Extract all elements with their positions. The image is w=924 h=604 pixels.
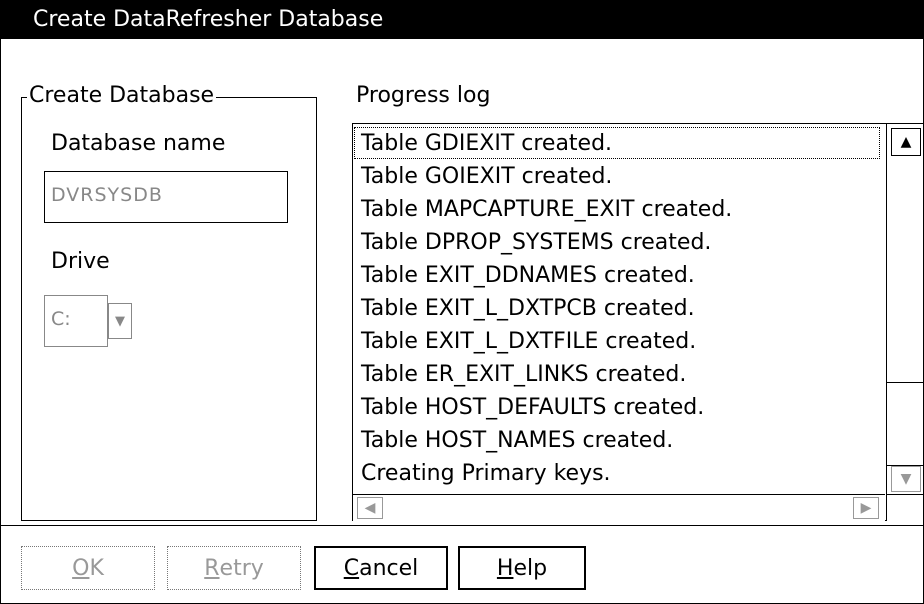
drive-label: Drive <box>51 249 110 274</box>
ok-button[interactable]: OK <box>21 546 155 590</box>
progress-log-listbox[interactable]: Table GDIEXIT created. Table GOIEXIT cre… <box>352 123 923 521</box>
database-name-label: Database name <box>51 131 226 156</box>
drive-dropdown-button[interactable]: ▼ <box>108 303 132 339</box>
retry-button[interactable]: Retry <box>167 546 301 590</box>
cancel-button[interactable]: Cancel <box>314 546 448 590</box>
ok-label-rest: K <box>89 555 104 581</box>
create-database-dialog: Create DataRefresher Database Create Dat… <box>0 0 924 604</box>
retry-mnemonic: R <box>204 555 220 581</box>
chevron-down-icon: ▼ <box>900 471 912 487</box>
list-item[interactable]: Table GDIEXIT created. <box>361 127 612 160</box>
list-item[interactable]: Table EXIT_L_DXTFILE created. <box>361 325 696 358</box>
title-bar[interactable]: Create DataRefresher Database <box>1 1 923 39</box>
cancel-mnemonic: C <box>343 555 360 581</box>
window-title: Create DataRefresher Database <box>33 7 384 32</box>
scroll-up-button[interactable]: ▲ <box>891 128 921 156</box>
button-bar-separator <box>1 525 923 526</box>
retry-label-rest: etry <box>219 555 264 581</box>
scroll-right-button[interactable]: ▶ <box>853 497 879 519</box>
scrollbar-corner <box>886 494 923 521</box>
list-item[interactable]: Creating Primary keys. <box>361 457 611 490</box>
groupbox-legend: Create Database <box>27 83 217 108</box>
progress-log-label: Progress log <box>356 83 491 108</box>
list-item[interactable]: Table EXIT_DDNAMES created. <box>361 259 695 292</box>
list-item[interactable]: Table HOST_NAMES created. <box>361 424 673 457</box>
horizontal-scrollbar[interactable]: ◀ ▶ <box>353 494 885 521</box>
chevron-right-icon: ▶ <box>860 500 872 516</box>
scroll-left-button[interactable]: ◀ <box>357 497 383 519</box>
scroll-down-button[interactable]: ▼ <box>891 466 921 492</box>
list-item[interactable]: Table MAPCAPTURE_EXIT created. <box>361 193 732 226</box>
list-item[interactable]: Table ER_EXIT_LINKS created. <box>361 358 686 391</box>
drive-value: C: <box>51 308 71 330</box>
chevron-left-icon: ◀ <box>364 500 376 516</box>
list-item[interactable]: Table DPROP_SYSTEMS created. <box>361 226 711 259</box>
list-item[interactable]: Table EXIT_L_DXTPCB created. <box>361 292 695 325</box>
chevron-down-icon: ▼ <box>115 313 125 329</box>
help-button[interactable]: Help <box>458 546 586 590</box>
help-mnemonic: H <box>496 555 514 581</box>
list-item[interactable]: Table HOST_DEFAULTS created. <box>361 391 704 424</box>
help-label-rest: elp <box>513 555 548 581</box>
database-name-field[interactable]: DVRSYSDB <box>44 171 288 223</box>
database-name-value: DVRSYSDB <box>51 184 163 206</box>
chevron-up-icon: ▲ <box>900 134 912 150</box>
list-item[interactable]: Table GOIEXIT created. <box>361 160 612 193</box>
vertical-scrollbar[interactable]: ▲ ▼ <box>886 124 923 494</box>
cancel-label-rest: ancel <box>359 555 419 581</box>
drive-value-box[interactable]: C: <box>44 295 108 347</box>
vertical-scroll-thumb[interactable] <box>887 382 923 466</box>
drive-combobox[interactable]: C: ▼ <box>44 295 134 347</box>
progress-log-items[interactable]: Table GDIEXIT created. Table GOIEXIT cre… <box>353 124 885 494</box>
ok-mnemonic: O <box>72 555 90 581</box>
